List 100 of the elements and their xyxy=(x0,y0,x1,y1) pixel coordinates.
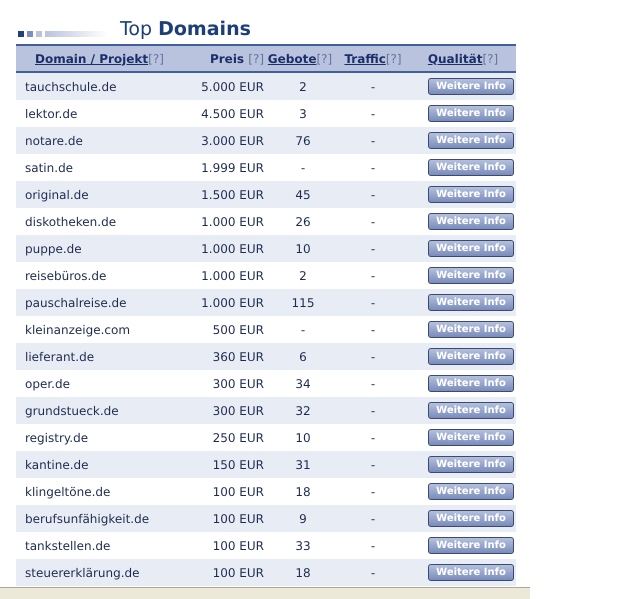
help-link[interactable]: [?] xyxy=(148,52,164,66)
domain-name: berufsunfähigkeit.de xyxy=(25,512,150,526)
more-info-button[interactable]: Weitere Info xyxy=(428,402,514,419)
column-sort-link[interactable]: Domain / Projekt xyxy=(35,52,148,66)
more-info-button[interactable]: Weitere Info xyxy=(428,267,514,284)
more-info-button[interactable]: Weitere Info xyxy=(428,78,514,95)
price: 3.000 EUR xyxy=(201,134,264,148)
traffic-value: - xyxy=(370,296,376,310)
more-info-button[interactable]: Weitere Info xyxy=(428,240,514,257)
domain-name: tauchschule.de xyxy=(25,80,116,94)
price: 300 EUR xyxy=(212,376,264,390)
domain-name: pauschalreise.de xyxy=(25,296,127,310)
traffic-value: - xyxy=(370,404,376,418)
traffic-value: - xyxy=(370,188,376,202)
bid-count: 3 xyxy=(299,106,307,120)
price: 1.000 EUR xyxy=(201,296,264,310)
more-info-button[interactable]: Weitere Info xyxy=(428,375,514,392)
traffic-value: - xyxy=(370,268,376,282)
price: 1.000 EUR xyxy=(201,242,264,256)
traffic-value: - xyxy=(370,160,376,174)
price: 1.500 EUR xyxy=(201,188,264,202)
traffic-value: - xyxy=(370,322,376,336)
column-sort-link[interactable]: Traffic xyxy=(344,52,386,66)
domain-name: kantine.de xyxy=(25,458,89,472)
bid-count: 26 xyxy=(295,214,311,228)
bid-count: 115 xyxy=(292,296,314,310)
traffic-value: - xyxy=(370,242,376,256)
traffic-value: - xyxy=(370,538,376,552)
price: 1.000 EUR xyxy=(201,268,264,282)
more-info-button[interactable]: Weitere Info xyxy=(428,186,514,203)
bid-count: - xyxy=(300,322,306,336)
more-info-button[interactable]: Weitere Info xyxy=(428,564,514,581)
price: 4.500 EUR xyxy=(201,106,264,120)
domain-name: lieferant.de xyxy=(25,350,94,364)
more-info-button[interactable]: Weitere Info xyxy=(428,537,514,554)
more-info-button[interactable]: Weitere Info xyxy=(428,132,514,149)
price: 1.000 EUR xyxy=(201,214,264,228)
more-info-button[interactable]: Weitere Info xyxy=(428,294,514,311)
domain-name: lektor.de xyxy=(25,106,78,120)
bid-count: 10 xyxy=(295,242,311,256)
traffic-value: - xyxy=(370,80,376,94)
help-link[interactable]: [?] xyxy=(482,52,498,66)
column-sort-link[interactable]: Qualität xyxy=(428,52,482,66)
more-info-button[interactable]: Weitere Info xyxy=(428,321,514,338)
help-link[interactable]: [?] xyxy=(386,52,402,66)
domain-name: oper.de xyxy=(25,376,70,390)
price: 500 EUR xyxy=(212,322,264,336)
traffic-value: - xyxy=(370,512,376,526)
help-link[interactable]: [?] xyxy=(316,52,332,66)
domain-name: puppe.de xyxy=(25,242,82,256)
domain-name: reisebüros.de xyxy=(25,268,106,282)
traffic-value: - xyxy=(370,458,376,472)
price: 100 EUR xyxy=(212,512,264,526)
domain-name: steuererklärung.de xyxy=(25,566,140,580)
domain-name: grundstueck.de xyxy=(25,404,119,418)
bid-count: 31 xyxy=(295,458,311,472)
more-info-button[interactable]: Weitere Info xyxy=(428,159,514,176)
domain-name: notare.de xyxy=(25,134,83,148)
more-info-button[interactable]: Weitere Info xyxy=(428,348,514,365)
price: 1.999 EUR xyxy=(201,160,264,174)
domain-name: kleinanzeige.com xyxy=(25,322,130,336)
domain-name: original.de xyxy=(25,188,89,202)
bid-count: 6 xyxy=(299,350,307,364)
bid-count: 34 xyxy=(295,376,311,390)
traffic-value: - xyxy=(370,430,376,444)
page-title: Top Domains xyxy=(120,18,251,40)
price: 100 EUR xyxy=(212,566,264,580)
domain-name: tankstellen.de xyxy=(25,538,110,552)
bid-count: 10 xyxy=(295,430,311,444)
column-sort-link[interactable]: Gebote xyxy=(268,52,316,66)
price: 5.000 EUR xyxy=(201,80,264,94)
traffic-value: - xyxy=(370,350,376,364)
bid-count: 32 xyxy=(295,404,311,418)
traffic-value: - xyxy=(370,106,376,120)
domain-name: klingeltöne.de xyxy=(25,484,110,498)
price: 250 EUR xyxy=(212,430,264,444)
bid-count: 2 xyxy=(299,80,307,94)
domain-name: satin.de xyxy=(25,160,74,174)
bid-count: - xyxy=(300,160,306,174)
bid-count: 33 xyxy=(295,538,311,552)
traffic-value: - xyxy=(370,134,376,148)
more-info-button[interactable]: Weitere Info xyxy=(428,510,514,527)
price: 100 EUR xyxy=(212,538,264,552)
help-link[interactable]: [?] xyxy=(248,52,264,66)
traffic-value: - xyxy=(370,214,376,228)
more-info-button[interactable]: Weitere Info xyxy=(428,429,514,446)
traffic-value: - xyxy=(370,566,376,580)
more-info-button[interactable]: Weitere Info xyxy=(428,105,514,122)
more-info-button[interactable]: Weitere Info xyxy=(428,213,514,230)
bid-count: 9 xyxy=(299,512,307,526)
traffic-value: - xyxy=(370,376,376,390)
more-info-button[interactable]: Weitere Info xyxy=(428,456,514,473)
bid-count: 2 xyxy=(299,268,307,282)
price: 100 EUR xyxy=(212,484,264,498)
price: 360 EUR xyxy=(212,350,264,364)
more-info-button[interactable]: Weitere Info xyxy=(428,483,514,500)
domain-name: registry.de xyxy=(25,430,88,444)
column-label: Preis xyxy=(210,52,244,66)
bid-count: 45 xyxy=(295,188,311,202)
domain-name: diskotheken.de xyxy=(25,214,116,228)
